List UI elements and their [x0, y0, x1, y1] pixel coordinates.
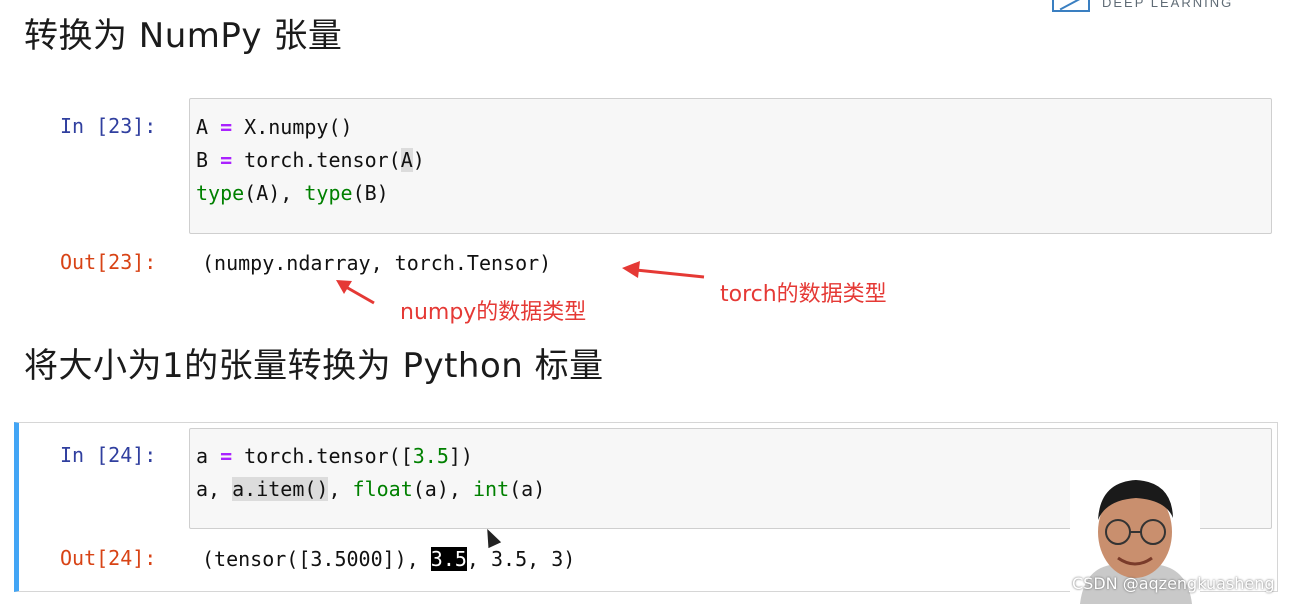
section-heading-python-scalar: 将大小为1的张量转换为 Python 标量 [24, 346, 604, 386]
matched-token-highlight: A [400, 148, 413, 172]
annotation-numpy-type: numpy的数据类型 [400, 300, 587, 325]
code-line: a = torch.tensor([3.5]) [196, 444, 473, 468]
arrow-to-numpy-icon [336, 280, 375, 305]
cell-24-out-prompt: Out[24]: [60, 546, 157, 570]
section-heading-numpy: 转换为 NumPy 张量 [24, 16, 343, 56]
code-line: B = torch.tensor(A) [196, 148, 425, 172]
selected-text: 3.5 [430, 547, 467, 571]
cell-23-in-prompt: In [23]: [60, 114, 157, 138]
cell-24-output[interactable]: (tensor([3.5000]), 3.5, 3.5, 3) [202, 547, 575, 571]
code-line: A = X.numpy() [196, 115, 353, 139]
code-line: type(A), type(B) [196, 181, 389, 205]
deep-learning-logo: DEEP LEARNING [1052, 0, 1233, 12]
cell-23-out-prompt: Out[23]: [60, 250, 157, 274]
logo-text: DEEP LEARNING [1102, 0, 1234, 10]
code-line: a, a.item(), float(a), int(a) [196, 477, 546, 501]
arrow-to-torch-icon [622, 261, 705, 279]
matched-token-highlight: a.item() [232, 477, 329, 501]
watermark: CSDN @aqzengkuasheng [1072, 574, 1275, 593]
cell-23-output: (numpy.ndarray, torch.Tensor) [202, 251, 552, 275]
annotation-torch-type: torch的数据类型 [720, 282, 887, 307]
cell-23-code-editor[interactable]: A = X.numpy() B = torch.tensor(A) type(A… [189, 98, 1272, 234]
logo-icon [1052, 0, 1090, 12]
cell-24-in-prompt: In [24]: [60, 443, 157, 467]
